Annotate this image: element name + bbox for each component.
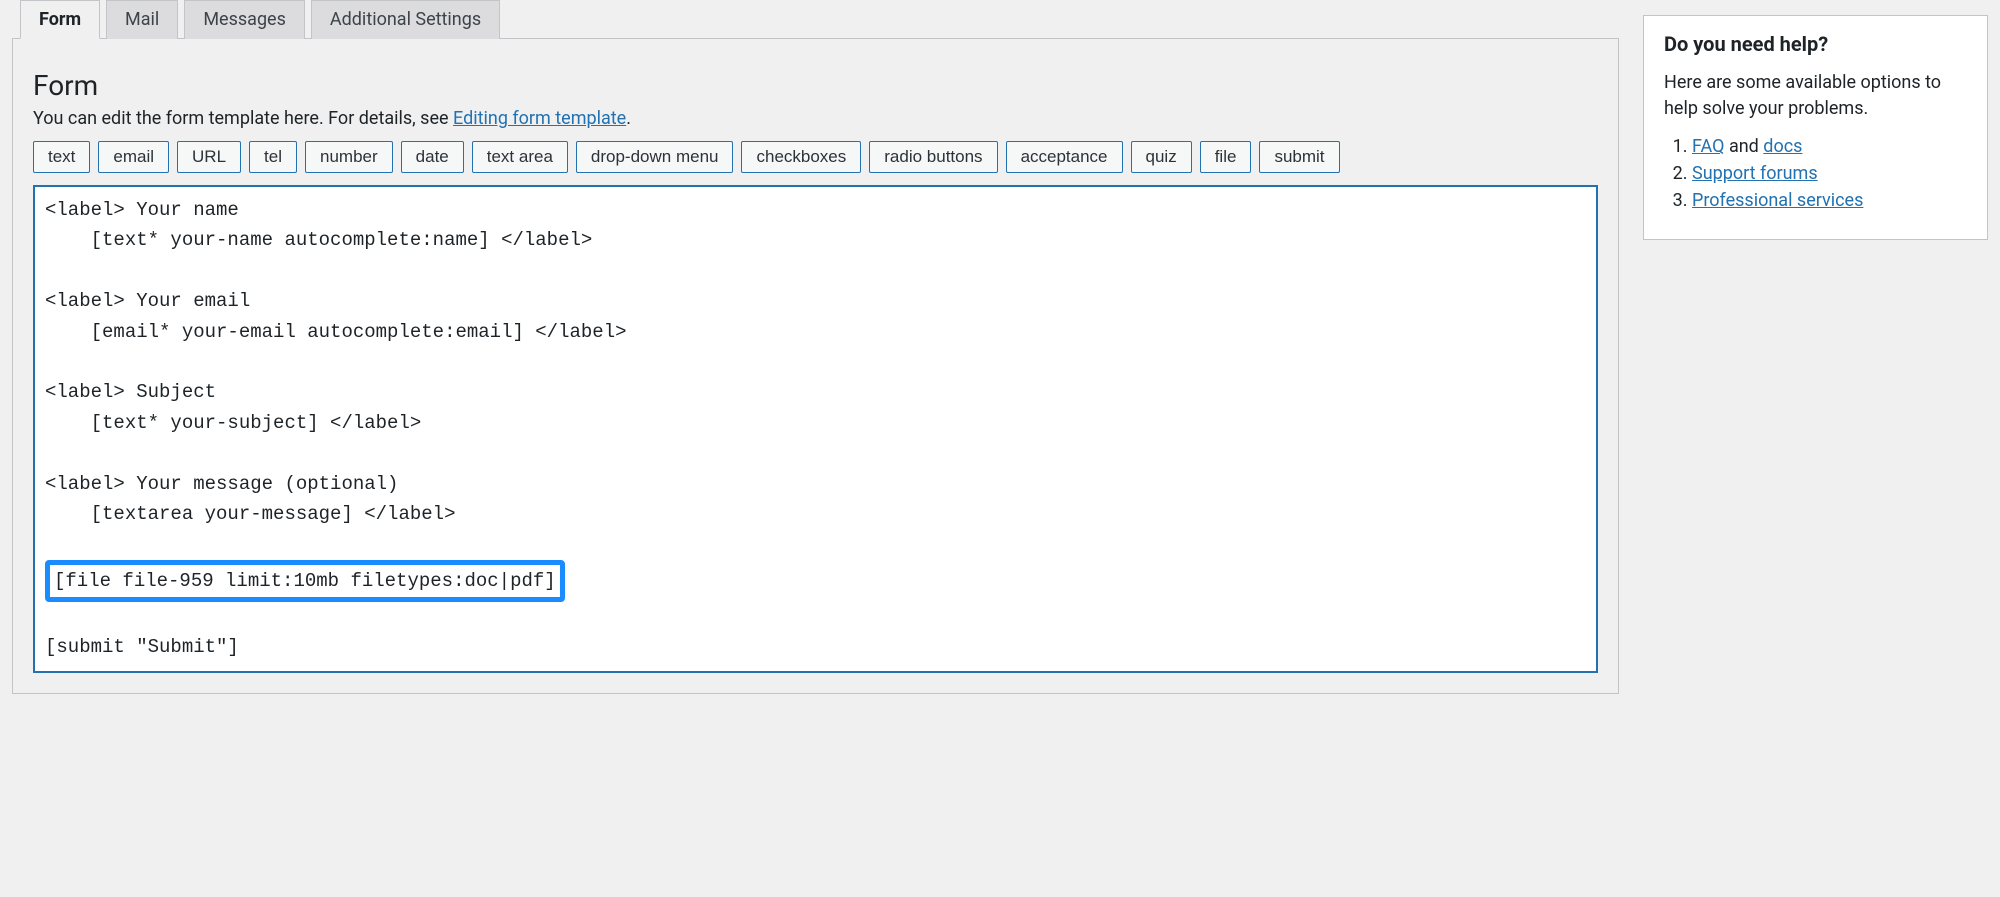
support-forums-link[interactable]: Support forums	[1692, 163, 1818, 184]
panel-description: You can edit the form template here. For…	[33, 108, 1598, 129]
tag-button-row: textemailURLtelnumberdatetext areadrop-d…	[33, 141, 1598, 173]
tag-btn-date[interactable]: date	[401, 141, 464, 173]
docs-link[interactable]: docs	[1763, 136, 1802, 157]
tag-btn-url[interactable]: URL	[177, 141, 241, 173]
help-intro: Here are some available options to help …	[1664, 70, 1967, 122]
tag-btn-email[interactable]: email	[98, 141, 169, 173]
tab-mail[interactable]: Mail	[106, 0, 178, 39]
tag-btn-radio-buttons[interactable]: radio buttons	[869, 141, 997, 173]
tag-btn-file[interactable]: file	[1200, 141, 1252, 173]
tag-btn-text-area[interactable]: text area	[472, 141, 568, 173]
tab-messages[interactable]: Messages	[184, 0, 305, 39]
form-panel: Form You can edit the form template here…	[12, 38, 1619, 694]
tag-btn-checkboxes[interactable]: checkboxes	[741, 141, 861, 173]
help-box: Do you need help? Here are some availabl…	[1643, 15, 1988, 240]
tag-btn-quiz[interactable]: quiz	[1131, 141, 1192, 173]
tag-btn-acceptance[interactable]: acceptance	[1006, 141, 1123, 173]
faq-link[interactable]: FAQ	[1692, 136, 1724, 157]
tag-btn-drop-down-menu[interactable]: drop-down menu	[576, 141, 734, 173]
tag-btn-tel[interactable]: tel	[249, 141, 297, 173]
tab-form[interactable]: Form	[20, 0, 100, 39]
tabs: FormMailMessagesAdditional Settings	[20, 0, 1619, 39]
panel-title: Form	[33, 69, 1598, 102]
help-list: FAQ and docs Support forums Professional…	[1664, 136, 1967, 211]
help-item-support-forums: Support forums	[1692, 163, 1967, 184]
tag-btn-text[interactable]: text	[33, 141, 90, 173]
tag-btn-number[interactable]: number	[305, 141, 393, 173]
form-template-editor[interactable]: <label> Your name [text* your-name autoc…	[33, 185, 1598, 673]
help-item-faq-docs: FAQ and docs	[1692, 136, 1967, 157]
edit-template-link[interactable]: Editing form template	[453, 108, 626, 129]
tag-btn-submit[interactable]: submit	[1259, 141, 1339, 173]
tab-additional-settings[interactable]: Additional Settings	[311, 0, 500, 39]
professional-services-link[interactable]: Professional services	[1692, 190, 1863, 211]
help-title: Do you need help?	[1664, 32, 1967, 56]
help-item-professional-services: Professional services	[1692, 190, 1967, 211]
highlighted-line: [file file-959 limit:10mb filetypes:doc|…	[45, 560, 565, 602]
